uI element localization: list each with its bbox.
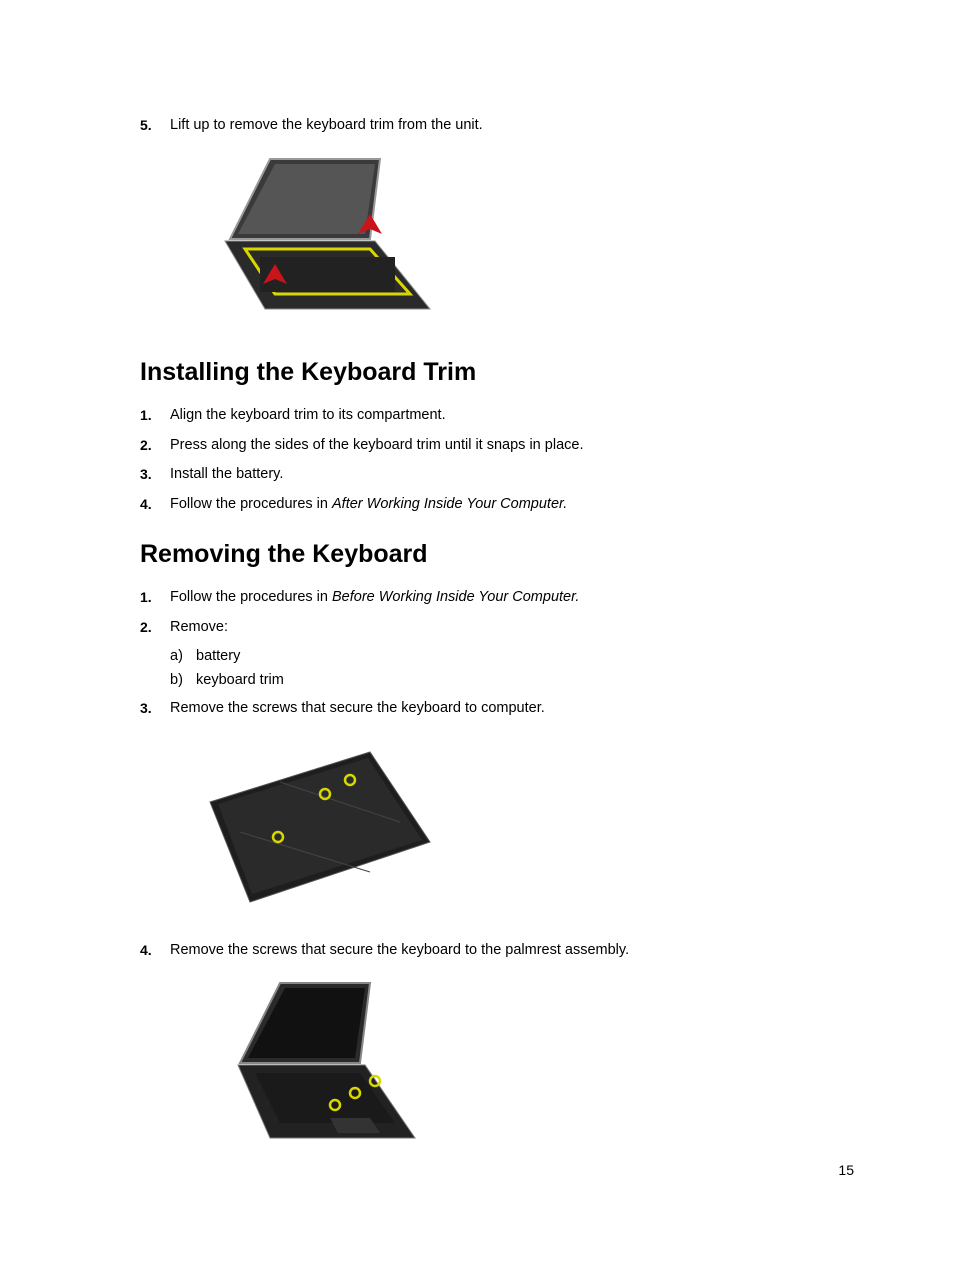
step-5: 5. Lift up to remove the keyboard trim f… bbox=[140, 115, 854, 137]
install-step-1: 1. Align the keyboard trim to its compar… bbox=[140, 405, 854, 427]
step-text: Lift up to remove the keyboard trim from… bbox=[170, 115, 854, 137]
heading-removing-keyboard: Removing the Keyboard bbox=[140, 540, 854, 569]
figure-bottom-screws bbox=[170, 732, 854, 922]
remove-step-4: 4. Remove the screws that secure the key… bbox=[140, 940, 854, 962]
figure-palmrest-screws bbox=[170, 973, 854, 1173]
sub-text: keyboard trim bbox=[196, 670, 284, 692]
step-text: Follow the procedures in After Working I… bbox=[170, 494, 854, 516]
step-number: 2. bbox=[140, 435, 170, 457]
step-text-italic: Before Working Inside Your Computer. bbox=[332, 589, 579, 605]
install-step-3: 3. Install the battery. bbox=[140, 464, 854, 486]
step-number: 1. bbox=[140, 587, 170, 609]
step-text: Remove: bbox=[170, 617, 854, 639]
step-number: 3. bbox=[140, 464, 170, 486]
step-text: Install the battery. bbox=[170, 464, 854, 486]
step-number: 3. bbox=[140, 698, 170, 720]
heading-installing-keyboard-trim: Installing the Keyboard Trim bbox=[140, 358, 854, 387]
step-text: Align the keyboard trim to its compartme… bbox=[170, 405, 854, 427]
install-step-2: 2. Press along the sides of the keyboard… bbox=[140, 435, 854, 457]
step-number: 4. bbox=[140, 494, 170, 516]
step-text: Press along the sides of the keyboard tr… bbox=[170, 435, 854, 457]
remove-step-2a: a) battery bbox=[170, 646, 854, 668]
step-text-italic: After Working Inside Your Computer. bbox=[332, 496, 567, 512]
sub-letter: b) bbox=[170, 670, 196, 692]
remove-step-2b: b) keyboard trim bbox=[170, 670, 854, 692]
laptop-palmrest-screws-icon bbox=[170, 973, 450, 1173]
step-text: Remove the screws that secure the keyboa… bbox=[170, 940, 854, 962]
laptop-bottom-screws-icon bbox=[170, 732, 450, 922]
figure-keyboard-trim-lift bbox=[170, 149, 854, 334]
sub-text: battery bbox=[196, 646, 240, 668]
step-text-prefix: Follow the procedures in bbox=[170, 589, 332, 605]
remove-step-3: 3. Remove the screws that secure the key… bbox=[140, 698, 854, 720]
step-text: Follow the procedures in Before Working … bbox=[170, 587, 854, 609]
remove-step-2: 2. Remove: bbox=[140, 617, 854, 639]
install-step-4: 4. Follow the procedures in After Workin… bbox=[140, 494, 854, 516]
step-number: 2. bbox=[140, 617, 170, 639]
step-number: 5. bbox=[140, 115, 170, 137]
sub-letter: a) bbox=[170, 646, 196, 668]
step-text-prefix: Follow the procedures in bbox=[170, 496, 332, 512]
step-number: 4. bbox=[140, 940, 170, 962]
remove-step-1: 1. Follow the procedures in Before Worki… bbox=[140, 587, 854, 609]
page-number: 15 bbox=[838, 1162, 854, 1178]
step-number: 1. bbox=[140, 405, 170, 427]
laptop-trim-lift-icon bbox=[170, 149, 450, 334]
step-text: Remove the screws that secure the keyboa… bbox=[170, 698, 854, 720]
